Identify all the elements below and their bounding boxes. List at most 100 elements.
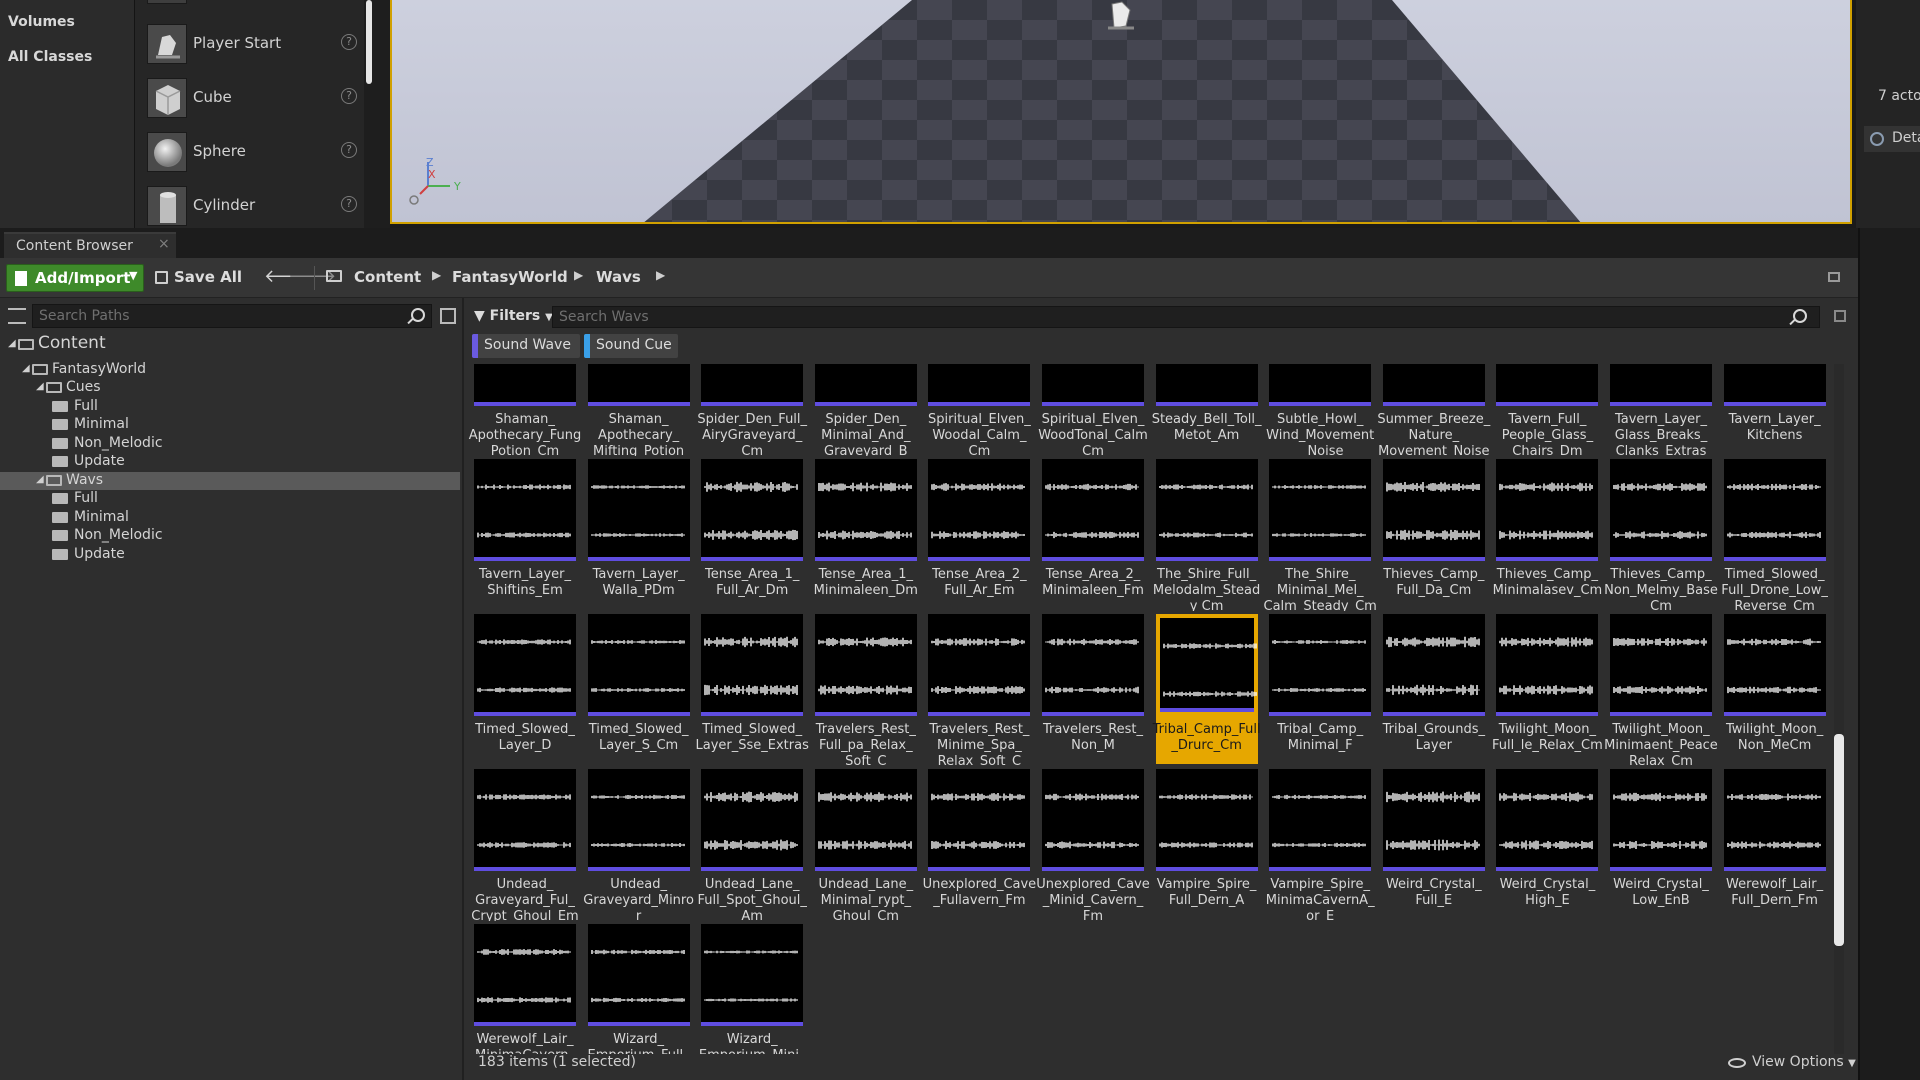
expand-arrow-icon[interactable]: ◢ (36, 381, 44, 392)
asset-tile[interactable]: Tavern_Layer_ Kitchens (1723, 364, 1826, 454)
tree-node[interactable]: ◢ Cues (0, 379, 460, 397)
help-icon[interactable]: ? (341, 196, 357, 212)
folder-icon[interactable] (326, 270, 342, 282)
asset-tile[interactable]: Werewolf_Lair_ MinimaCavern_ Fm (474, 924, 576, 1054)
category-all-classes[interactable]: All Classes (8, 49, 92, 65)
breadcrumb-arrow-icon[interactable]: ▶ (432, 268, 441, 282)
add-import-button[interactable]: Add/Import ▼ (6, 264, 144, 292)
asset-tile[interactable]: Travelers_Rest_ Minime_Spa_ Relax_Soft_C (928, 614, 1031, 766)
asset-tile[interactable]: Summer_Breeze_ Nature_ Movement_Noise (1377, 364, 1490, 456)
asset-tile[interactable]: Twilight_Moon_ Non_MeCm (1723, 614, 1826, 764)
asset-tile[interactable]: Undead_ Graveyard_Ful_ Crypt_Ghoul_Em (471, 769, 579, 921)
asset-tile[interactable]: Unexplored_Cave _Fullavern_Fm (923, 769, 1036, 919)
asset-tile[interactable]: Undead_Lane_ Full_Spot_Ghoul_ Am (697, 769, 807, 921)
tree-node[interactable]: Minimal (0, 416, 460, 434)
asset-tile[interactable]: Tribal_Grounds_ Layer (1383, 614, 1485, 764)
asset-tile[interactable]: Undead_ Graveyard_Minror Crypt_Ghoul_Cm (583, 769, 694, 921)
asset-tile[interactable]: Shaman_ Apothecary_Fung Potion_Cm (469, 364, 581, 456)
asset-tile[interactable]: Vampire_Spire_ Full_Dern_A (1155, 769, 1258, 919)
asset-grid-scrollbar[interactable] (1834, 364, 1844, 1054)
asset-tile[interactable]: Travelers_Rest_ Non_M (1042, 614, 1144, 764)
asset-tile[interactable]: Timed_Slowed_ Layer_Sse_Extras (696, 614, 809, 764)
asset-tile[interactable]: Shaman_ Apothecary_ Mifting_Potion (587, 364, 690, 456)
tree-node[interactable]: ◢ Content (0, 333, 460, 354)
actor-item-player-start[interactable]: Player Start ? (135, 18, 365, 72)
close-icon[interactable]: × (158, 236, 170, 252)
asset-tile[interactable]: The_Shire_Full_ Melodalm_Steady Cm (1153, 459, 1260, 611)
asset-tile[interactable]: Subtle_Howl_ Wind_Movement_ Noise (1266, 364, 1374, 456)
asset-tile[interactable]: Tense_Area_1_ Minimaleen_Dm (814, 459, 918, 609)
asset-tile[interactable]: Tavern_Full_ People_Glass_ Chairs_Dm (1496, 364, 1599, 456)
asset-tile[interactable]: Timed_Slowed_ Layer_D (474, 614, 576, 764)
asset-tile[interactable]: Tavern_Layer_ Shiftins_Em (474, 459, 576, 609)
actor-item-cube[interactable]: Cube ? (135, 72, 365, 126)
expand-arrow-icon[interactable]: ◢ (36, 474, 44, 485)
asset-tile[interactable]: Thieves_Camp_ Full_Da_Cm (1382, 459, 1485, 609)
breadcrumb-arrow-icon[interactable]: ▶ (574, 268, 583, 282)
tab-content-browser[interactable]: Content Browser × (4, 232, 176, 258)
asset-tile[interactable]: Wizard_ Emporium_Mini_ C (699, 924, 806, 1054)
asset-tile[interactable]: Tavern_Layer_ Walla_PDm (587, 459, 690, 609)
filters-button[interactable]: ▼ Filters ▼ (474, 308, 553, 324)
asset-tile[interactable]: Twilight_Moon_ Full_le_Relax_Cm (1492, 614, 1603, 764)
asset-tile[interactable]: Tribal_Camp_ Minimal_F (1269, 614, 1372, 764)
category-volumes[interactable]: Volumes (8, 14, 75, 30)
view-options-button[interactable]: View Options ▼ (1728, 1054, 1856, 1070)
actor-item-sphere[interactable]: Sphere ? (135, 126, 365, 180)
tree-node[interactable]: ◢ FantasyWorld (0, 361, 460, 379)
lock-icon[interactable] (1828, 272, 1840, 282)
save-all-button[interactable]: Save All (152, 264, 244, 292)
asset-tile[interactable]: Travelers_Rest_ Full_pa_Relax_ Soft_C (814, 614, 917, 766)
search-assets-input[interactable] (553, 307, 1783, 327)
asset-tile[interactable]: Twilight_Moon_ Minimaent_Peace Relax_Cm (1604, 614, 1718, 766)
actor-item-cylinder[interactable]: Cylinder ? (135, 180, 365, 234)
asset-tile[interactable]: Timed_Slowed_ Layer_S_Cm (587, 614, 690, 764)
asset-tile[interactable]: Spider_Den_ Minimal_And_ Graveyard_B (814, 364, 917, 456)
tree-node[interactable]: Minimal (0, 509, 460, 527)
help-icon[interactable]: ? (341, 142, 357, 158)
expand-arrow-icon[interactable]: ◢ (22, 363, 30, 374)
asset-tile[interactable]: Tense_Area_2_ Full_Ar_Em (928, 459, 1031, 609)
level-viewport[interactable]: Z X Y (390, 0, 1852, 224)
asset-tile[interactable]: Weird_Crystal_ Low_EnB (1610, 769, 1712, 919)
actors-scrollbar[interactable] (366, 0, 372, 84)
tree-node[interactable]: Update (0, 453, 460, 471)
breadcrumb-content[interactable]: Content (354, 268, 421, 286)
breadcrumb-fantasyworld[interactable]: FantasyWorld (452, 268, 568, 286)
asset-tile[interactable]: Spider_Den_Full_ AiryGraveyard_ Cm (697, 364, 807, 456)
breadcrumb-wavs[interactable]: Wavs (596, 268, 641, 286)
asset-tile[interactable]: The_Shire_ Minimal_Mel_ Calm_Steady_Cm (1264, 459, 1377, 611)
sources-toggle-icon[interactable] (8, 308, 26, 324)
expand-arrow-icon[interactable]: ◢ (8, 338, 16, 349)
breadcrumb-arrow-icon[interactable]: ▶ (656, 268, 665, 282)
asset-tile[interactable]: Weird_Crystal_ Full_E (1382, 769, 1485, 919)
tree-node[interactable]: Non_Melodic (0, 435, 460, 453)
asset-tile[interactable]: Werewolf_Lair_ Full_Dern_Fm (1723, 769, 1826, 919)
asset-tile[interactable]: Thieves_Camp_ Non_Melmy_Base Cm (1604, 459, 1718, 611)
asset-tile[interactable]: Weird_Crystal_ High_E (1496, 769, 1599, 919)
asset-tile[interactable]: Spiritual_Elven_ WoodTonal_Calm Cm (1038, 364, 1148, 456)
tree-node[interactable]: Full (0, 398, 460, 416)
search-paths-input[interactable] (33, 305, 403, 327)
asset-tile[interactable]: Timed_Slowed_ Full_Drone_Low_ Reverse_Cm (1721, 459, 1828, 611)
asset-tile[interactable]: Thieves_Camp_ Minimalasev_Cm (1493, 459, 1602, 609)
asset-tile[interactable]: Tribal_Camp_Full _Drurc_Cm (1153, 614, 1261, 764)
asset-tile[interactable]: Wizard_ Emporium_Full_ Next_Level_Shiny (588, 924, 690, 1054)
asset-tile[interactable]: Tavern_Layer_ Glass_Breaks_ Clanks_Extra… (1610, 364, 1712, 456)
filter-chip-sound-wave[interactable]: Sound Wave (472, 334, 580, 358)
help-icon[interactable]: ? (341, 34, 357, 50)
asset-tile[interactable]: Vampire_Spire_ MinimaCavernA_ or_E (1266, 769, 1375, 921)
asset-tile[interactable]: Tense_Area_2_ Minimaleen_Fm (1042, 459, 1144, 609)
asset-tile[interactable]: Spiritual_Elven_ Woodal_Calm_ Cm (928, 364, 1031, 456)
tree-node[interactable]: ◢ Wavs (0, 471, 460, 490)
help-icon[interactable]: ? (341, 88, 357, 104)
tree-node[interactable]: Update (0, 546, 460, 564)
details-tab[interactable]: Deta (1864, 126, 1920, 152)
save-search-icon[interactable] (1834, 310, 1846, 322)
filter-chip-sound-cue[interactable]: Sound Cue (584, 334, 678, 358)
asset-tile[interactable]: Steady_Bell_Toll_ Metot_Am (1152, 364, 1262, 454)
asset-tile[interactable]: Tense_Area_1_ Full_Ar_Dm (701, 459, 804, 609)
path-view-options-icon[interactable] (440, 308, 456, 324)
scrollbar-thumb[interactable] (1834, 734, 1844, 946)
tree-node[interactable]: Full (0, 490, 460, 508)
